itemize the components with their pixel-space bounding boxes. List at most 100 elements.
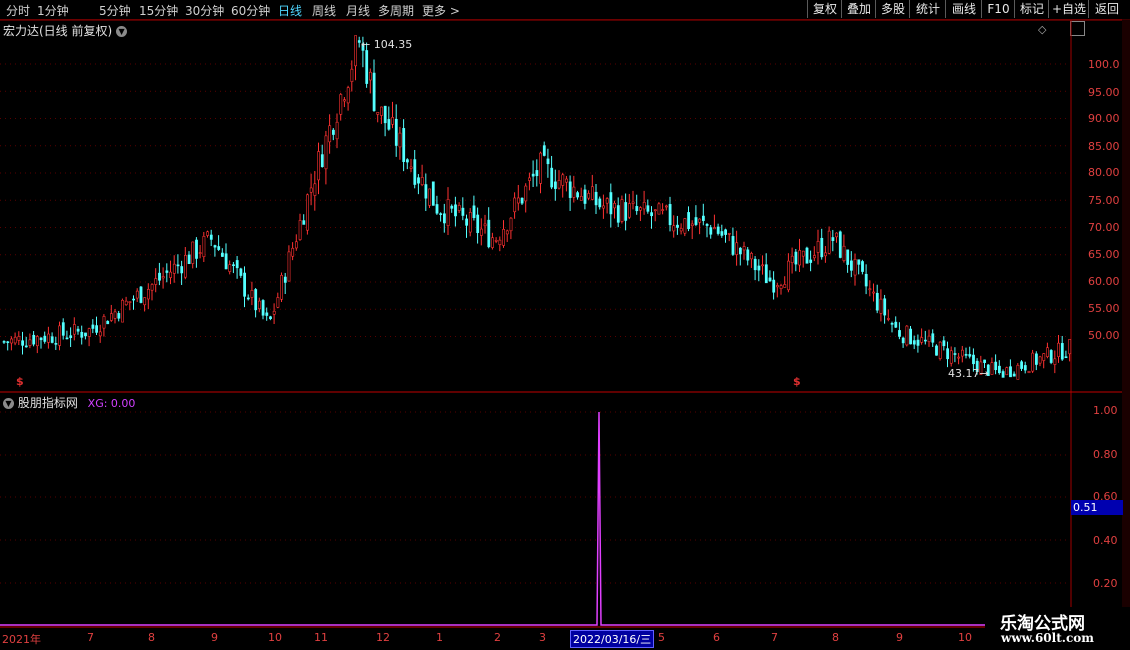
candle-body bbox=[875, 292, 879, 311]
candle-body bbox=[154, 278, 158, 285]
candle-body bbox=[354, 35, 358, 67]
candle-body bbox=[461, 207, 465, 216]
signal-marker: $ bbox=[793, 375, 801, 388]
candle-body bbox=[879, 298, 883, 314]
candle-body bbox=[849, 260, 853, 271]
candle-body bbox=[243, 272, 247, 297]
candle-body bbox=[949, 350, 953, 364]
candle-body bbox=[624, 202, 628, 221]
price-tick: 85.00 bbox=[1088, 140, 1120, 153]
candle-body bbox=[21, 340, 25, 346]
candle-body bbox=[809, 259, 813, 263]
candle-body bbox=[368, 71, 372, 81]
candle-body bbox=[180, 266, 184, 274]
candle-body bbox=[805, 247, 809, 264]
candle-body bbox=[901, 337, 905, 344]
candle-body bbox=[39, 337, 43, 341]
candle-body bbox=[546, 158, 550, 165]
candle-body bbox=[916, 339, 920, 346]
candle-body bbox=[398, 132, 402, 148]
candle-body bbox=[372, 72, 376, 111]
candle-body bbox=[1012, 373, 1016, 377]
candle-body bbox=[824, 252, 827, 257]
candle-body bbox=[132, 298, 136, 301]
candle-body bbox=[935, 345, 938, 356]
candle-body bbox=[110, 313, 113, 321]
candle-body bbox=[528, 177, 531, 181]
candle-body bbox=[864, 273, 868, 287]
candle-body bbox=[764, 264, 768, 284]
candle-body bbox=[121, 300, 124, 323]
candle-body bbox=[716, 226, 720, 234]
candle-body bbox=[835, 232, 839, 238]
candle-body bbox=[842, 245, 846, 261]
low-price-annotation: 43.17→ bbox=[948, 367, 989, 380]
candle-body bbox=[491, 237, 494, 248]
candle-body bbox=[938, 341, 942, 359]
candle-body bbox=[509, 217, 513, 232]
candle-body bbox=[106, 320, 110, 325]
candle-body bbox=[687, 212, 691, 230]
candle-body bbox=[224, 253, 228, 270]
candle-body bbox=[446, 199, 450, 226]
candle-body bbox=[690, 223, 694, 227]
candle-body bbox=[520, 197, 524, 204]
candle-body bbox=[213, 245, 217, 248]
candle-body bbox=[291, 247, 295, 257]
candle-body bbox=[620, 199, 624, 222]
candle-body bbox=[698, 218, 702, 223]
candle-body bbox=[960, 349, 964, 357]
candle-body bbox=[276, 297, 280, 308]
chevron-down-icon[interactable]: ▼ bbox=[3, 398, 14, 409]
candle-body bbox=[553, 181, 557, 189]
candle-body bbox=[1020, 361, 1024, 369]
indicator-tick: 0.40 bbox=[1093, 534, 1118, 547]
indicator-line bbox=[0, 411, 1070, 626]
candle-body bbox=[798, 250, 802, 266]
candle-body bbox=[269, 316, 272, 320]
candle-body bbox=[642, 201, 646, 210]
candle-body bbox=[61, 322, 65, 336]
candle-body bbox=[679, 228, 683, 232]
high-price-annotation: ← 104.35 bbox=[361, 38, 413, 51]
candle-body bbox=[454, 204, 457, 217]
candle-body bbox=[831, 237, 835, 241]
candle-body bbox=[187, 254, 191, 265]
candle-body bbox=[816, 241, 820, 253]
candle-body bbox=[602, 205, 605, 209]
candle-body bbox=[69, 335, 73, 338]
candle-body bbox=[516, 197, 520, 204]
price-tick: 70.00 bbox=[1088, 221, 1120, 234]
candle-body bbox=[905, 325, 909, 346]
candle-body bbox=[468, 212, 472, 233]
candle-body bbox=[997, 365, 1001, 374]
candle-body bbox=[17, 336, 21, 341]
candle-body bbox=[169, 271, 173, 278]
candle-body bbox=[1053, 358, 1057, 365]
candle-body bbox=[287, 251, 291, 282]
candle-body bbox=[2, 341, 6, 343]
candle-body bbox=[143, 297, 147, 306]
candle-body bbox=[328, 125, 332, 143]
candle-body bbox=[442, 213, 446, 224]
candle-body bbox=[561, 174, 565, 186]
candle-body bbox=[313, 183, 317, 196]
indicator-tick: 0.20 bbox=[1093, 577, 1118, 590]
candle-body bbox=[550, 167, 554, 188]
candle-body bbox=[609, 192, 613, 215]
candle-body bbox=[158, 272, 161, 281]
candle-body bbox=[568, 181, 572, 198]
time-tick: 11 bbox=[314, 631, 328, 644]
time-tick: 9 bbox=[896, 631, 903, 644]
candle-body bbox=[539, 152, 543, 184]
candle-body bbox=[1027, 370, 1031, 374]
candle-body bbox=[868, 288, 872, 291]
indicator-value: XG: 0.00 bbox=[87, 397, 136, 410]
candle-body bbox=[84, 332, 87, 337]
candle-body bbox=[535, 170, 539, 177]
candle-body bbox=[890, 323, 894, 325]
candle-body bbox=[724, 229, 728, 235]
candle-body bbox=[524, 185, 528, 202]
candle-body bbox=[43, 335, 47, 342]
candle-body bbox=[894, 321, 898, 328]
